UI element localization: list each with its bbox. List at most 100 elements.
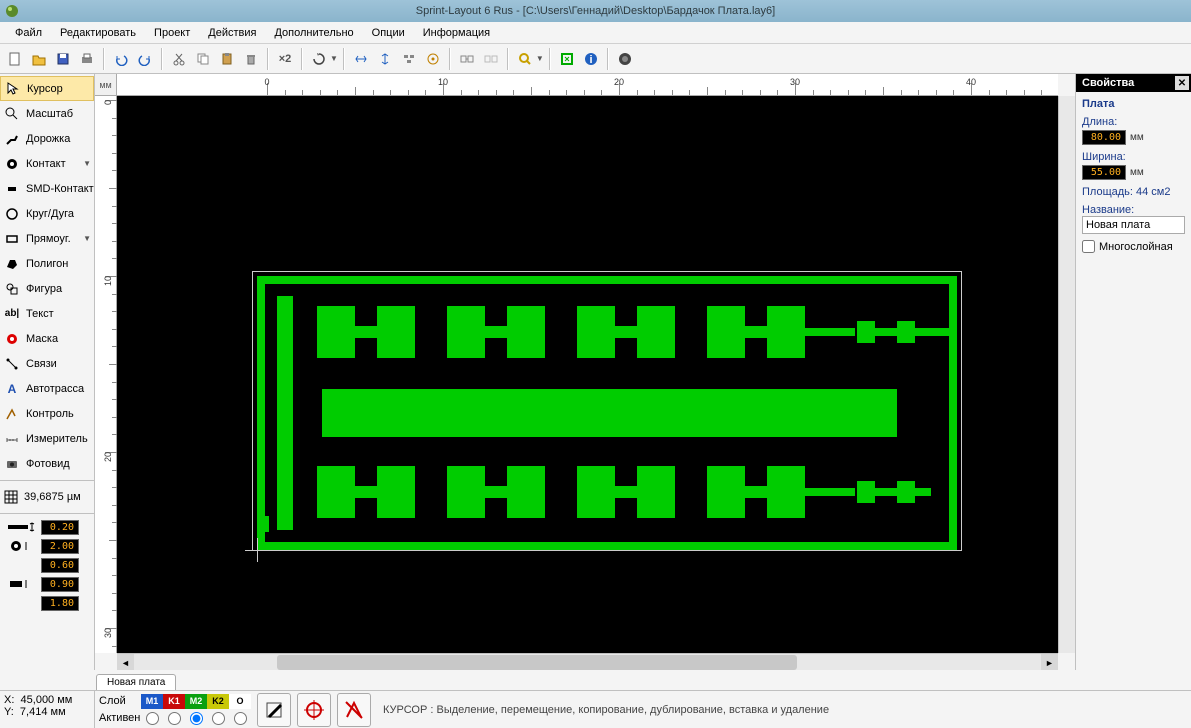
chevron-down-icon: ▼ bbox=[83, 234, 91, 243]
layer-radio-m2[interactable] bbox=[190, 712, 203, 725]
tool-text[interactable]: ab|Текст bbox=[0, 301, 94, 326]
layer-radio-k1[interactable] bbox=[168, 712, 181, 725]
dropdown-arrow-icon[interactable]: ▼ bbox=[330, 54, 338, 63]
save-button[interactable] bbox=[52, 48, 74, 70]
tool-autoroute[interactable]: AАвтотрасса bbox=[0, 376, 94, 401]
ground-button[interactable] bbox=[257, 693, 291, 727]
menu-info[interactable]: Информация bbox=[414, 24, 499, 42]
multilayer-checkbox[interactable]: Многослойная bbox=[1082, 240, 1185, 253]
undo-button[interactable] bbox=[110, 48, 132, 70]
tool-rect[interactable]: Прямоуг.▼ bbox=[0, 226, 94, 251]
tool-shape[interactable]: Фигура bbox=[0, 276, 94, 301]
menu-edit[interactable]: Редактировать bbox=[51, 24, 145, 42]
drc-button[interactable] bbox=[337, 693, 371, 727]
tool-connections[interactable]: Связи bbox=[0, 351, 94, 376]
shape-icon bbox=[4, 281, 20, 297]
scrollbar-horizontal[interactable]: ◄ ► bbox=[117, 653, 1058, 670]
layer-k1[interactable]: K1 bbox=[163, 694, 185, 709]
param-smdw[interactable]: 0.90 bbox=[0, 575, 94, 593]
tool-track[interactable]: Дорожка bbox=[0, 126, 94, 151]
tool-circle[interactable]: Круг/Дуга bbox=[0, 201, 94, 226]
area-label: Площадь: 44 см2 bbox=[1082, 186, 1185, 198]
ungroup-button[interactable] bbox=[480, 48, 502, 70]
tool-pad[interactable]: Контакт▼ bbox=[0, 151, 94, 176]
rect-icon bbox=[4, 231, 20, 247]
group-button[interactable] bbox=[456, 48, 478, 70]
layer-m1[interactable]: M1 bbox=[141, 694, 163, 709]
macro-button[interactable] bbox=[614, 48, 636, 70]
cursor-icon bbox=[5, 81, 21, 97]
copy-button[interactable] bbox=[192, 48, 214, 70]
mirror-h-button[interactable] bbox=[350, 48, 372, 70]
main-toolbar: ×2 ▼ ▼ i bbox=[0, 44, 1191, 74]
param-padout[interactable]: 2.00 bbox=[0, 537, 94, 555]
board-name-input[interactable] bbox=[1082, 216, 1185, 234]
polygon-icon bbox=[4, 256, 20, 272]
tool-cursor[interactable]: Курсор bbox=[0, 76, 94, 101]
menu-options[interactable]: Опции bbox=[363, 24, 414, 42]
panel-header: Свойства ✕ bbox=[1076, 74, 1191, 92]
zoom-button[interactable] bbox=[514, 48, 536, 70]
app-icon bbox=[4, 3, 20, 19]
pcb-canvas[interactable] bbox=[117, 96, 1058, 653]
param-smdh[interactable]: 1.80 bbox=[0, 594, 94, 612]
snap-button[interactable] bbox=[422, 48, 444, 70]
param-padin[interactable]: 0.60 bbox=[0, 556, 94, 574]
info-button[interactable]: i bbox=[580, 48, 602, 70]
dropdown-arrow-icon[interactable]: ▼ bbox=[536, 54, 544, 63]
layer-radio-k2[interactable] bbox=[212, 712, 225, 725]
fit-button[interactable] bbox=[556, 48, 578, 70]
layer-m2[interactable]: M2 bbox=[185, 694, 207, 709]
padout-icon bbox=[4, 538, 38, 554]
window-title: Sprint-Layout 6 Rus - [C:\Users\Геннадий… bbox=[416, 5, 775, 17]
tool-measure[interactable]: Измеритель bbox=[0, 426, 94, 451]
text-icon: ab| bbox=[4, 306, 20, 322]
paste-button[interactable] bbox=[216, 48, 238, 70]
layer-radio-m1[interactable] bbox=[146, 712, 159, 725]
tool-mask[interactable]: Маска bbox=[0, 326, 94, 351]
close-icon[interactable]: ✕ bbox=[1175, 76, 1189, 90]
cut-button[interactable] bbox=[168, 48, 190, 70]
board-tabs: Новая плата bbox=[0, 670, 1191, 690]
open-button[interactable] bbox=[28, 48, 50, 70]
width-value[interactable]: 55.00 bbox=[1082, 165, 1126, 180]
layer-k2[interactable]: K2 bbox=[207, 694, 229, 709]
tool-smd[interactable]: SMD-Контакт bbox=[0, 176, 94, 201]
layer-radio-o[interactable] bbox=[234, 712, 247, 725]
param-trackwidth[interactable]: 0.20 bbox=[0, 518, 94, 536]
tool-photo[interactable]: Фотовид bbox=[0, 451, 94, 476]
zoom-icon bbox=[4, 106, 20, 122]
photo-icon bbox=[4, 456, 20, 472]
scrollbar-vertical[interactable] bbox=[1058, 96, 1075, 653]
left-toolbox: Курсор Масштаб Дорожка Контакт▼ SMD-Конт… bbox=[0, 74, 95, 670]
origin-button[interactable] bbox=[297, 693, 331, 727]
properties-panel: Свойства ✕ Плата Длина: 80.00мм Ширина: … bbox=[1075, 74, 1191, 670]
duplicate-button[interactable]: ×2 bbox=[274, 48, 296, 70]
delete-button[interactable] bbox=[240, 48, 262, 70]
pad-icon bbox=[4, 156, 20, 172]
align-button[interactable] bbox=[398, 48, 420, 70]
menu-file[interactable]: Файл bbox=[6, 24, 51, 42]
tool-zoom[interactable]: Масштаб bbox=[0, 101, 94, 126]
track-icon bbox=[4, 131, 20, 147]
tool-polygon[interactable]: Полигон bbox=[0, 251, 94, 276]
ruler-horizontal: 01020304050 bbox=[117, 74, 1058, 96]
print-button[interactable] bbox=[76, 48, 98, 70]
autoroute-icon: A bbox=[4, 381, 20, 397]
length-value[interactable]: 80.00 bbox=[1082, 130, 1126, 145]
new-button[interactable] bbox=[4, 48, 26, 70]
menu-actions[interactable]: Действия bbox=[199, 24, 265, 42]
menu-extra[interactable]: Дополнительно bbox=[265, 24, 362, 42]
canvas-area: мм 01020304050 0102030 bbox=[95, 74, 1075, 670]
redo-button[interactable] bbox=[134, 48, 156, 70]
menu-project[interactable]: Проект bbox=[145, 24, 199, 42]
grid-icon bbox=[4, 490, 18, 504]
menubar: Файл Редактировать Проект Действия Допол… bbox=[0, 22, 1191, 44]
connections-icon bbox=[4, 356, 20, 372]
rotate-button[interactable] bbox=[308, 48, 330, 70]
tab-board[interactable]: Новая плата bbox=[96, 674, 176, 690]
tool-check[interactable]: Контроль bbox=[0, 401, 94, 426]
layer-o[interactable]: O bbox=[229, 694, 251, 709]
grid-setting[interactable]: 39,6875 µм bbox=[0, 485, 94, 509]
mirror-v-button[interactable] bbox=[374, 48, 396, 70]
